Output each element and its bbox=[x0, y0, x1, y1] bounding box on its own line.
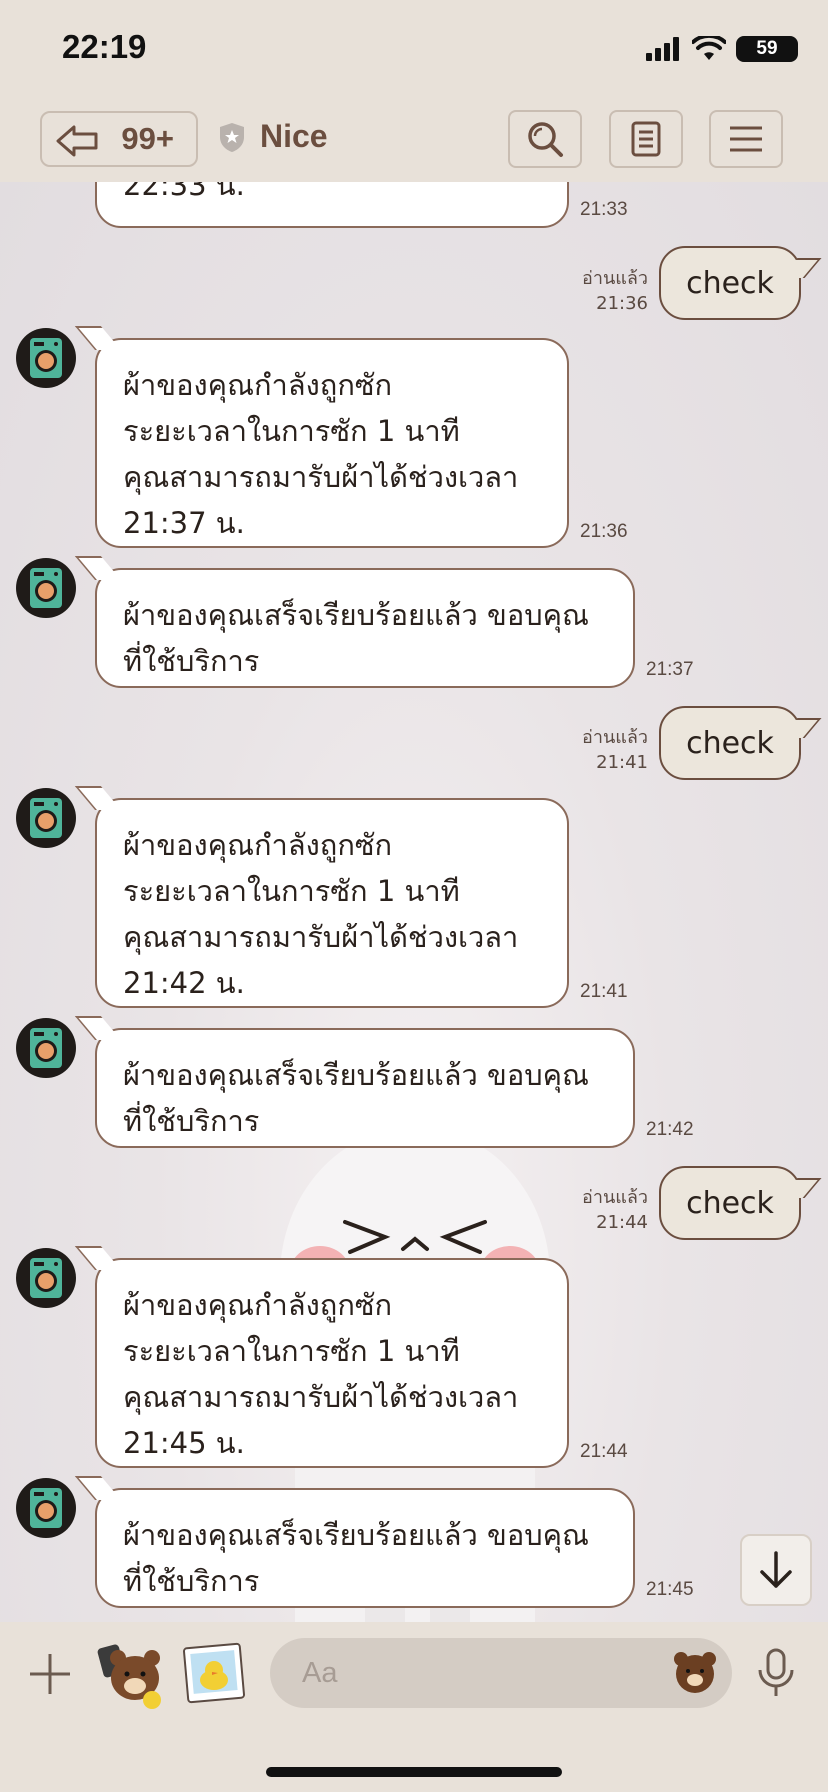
avatar[interactable] bbox=[16, 788, 76, 848]
read-label: อ่านแล้ว bbox=[582, 727, 648, 748]
message-bubble[interactable]: ผ้าของคุณกำลังถูกซัก ระยะเวลาในการซัก 1 … bbox=[95, 798, 569, 1008]
message-time: 21:41 bbox=[580, 981, 628, 1002]
message-time: 21:37 bbox=[646, 659, 694, 680]
status-bar: 22:19 59 bbox=[0, 0, 828, 96]
message-bubble[interactable]: check bbox=[659, 246, 801, 320]
read-label: อ่านแล้ว bbox=[582, 1187, 648, 1208]
read-receipt: อ่านแล้ว 21:44 bbox=[568, 1185, 648, 1235]
read-receipt: อ่านแล้ว 21:36 bbox=[568, 266, 648, 316]
read-receipt: อ่านแล้ว 21:41 bbox=[568, 725, 648, 775]
battery-indicator: 59 bbox=[736, 36, 798, 62]
washing-machine-avatar-icon bbox=[30, 1258, 62, 1298]
washing-machine-avatar-icon bbox=[30, 798, 62, 838]
message-bubble[interactable]: ผ้าของคุณเสร็จเรียบร้อยแล้ว ขอบคุณ ที่ใช… bbox=[95, 1028, 635, 1148]
plus-icon[interactable] bbox=[28, 1652, 72, 1696]
chat-name: Nice bbox=[260, 118, 328, 154]
read-label: อ่านแล้ว bbox=[582, 268, 648, 289]
shield-icon bbox=[220, 122, 244, 152]
menu-icon bbox=[730, 126, 762, 152]
unread-count: 99+ bbox=[121, 121, 174, 156]
avatar[interactable] bbox=[16, 558, 76, 618]
washing-machine-avatar-icon bbox=[30, 1028, 62, 1068]
message-bubble[interactable]: check bbox=[659, 1166, 801, 1240]
avatar[interactable] bbox=[16, 328, 76, 388]
message-time: 21:41 bbox=[596, 752, 648, 773]
composer-bar: Aa bbox=[0, 1622, 828, 1792]
bear-sticker-icon[interactable] bbox=[96, 1640, 166, 1710]
chat-title[interactable]: Nice bbox=[218, 118, 328, 155]
message-time: 21:42 bbox=[646, 1119, 694, 1140]
message-list[interactable]: 22:33 น. 21:33 อ่านแล้ว 21:36 check ผ้าข… bbox=[0, 182, 828, 1622]
notes-icon bbox=[631, 121, 661, 157]
avatar[interactable] bbox=[16, 1478, 76, 1538]
message-bubble[interactable]: ผ้าของคุณกำลังถูกซัก ระยะเวลาในการซัก 1 … bbox=[95, 1258, 569, 1468]
status-icons: 59 bbox=[646, 36, 798, 62]
avatar[interactable] bbox=[16, 1248, 76, 1308]
signal-icon bbox=[646, 37, 679, 61]
message-time: 21:44 bbox=[596, 1212, 648, 1233]
status-time: 22:19 bbox=[62, 28, 147, 65]
chat-header: 99+ Nice bbox=[0, 96, 828, 182]
message-time: 21:36 bbox=[596, 293, 648, 314]
avatar[interactable] bbox=[16, 1018, 76, 1078]
back-button[interactable]: 99+ bbox=[40, 111, 198, 167]
message-time: 21:36 bbox=[580, 521, 628, 542]
message-input[interactable]: Aa bbox=[270, 1638, 732, 1708]
message-bubble[interactable]: 22:33 น. bbox=[95, 182, 569, 228]
scroll-to-bottom-button[interactable] bbox=[740, 1534, 812, 1606]
arrow-down-icon bbox=[760, 1551, 792, 1588]
washing-machine-avatar-icon bbox=[30, 568, 62, 608]
message-time: 21:45 bbox=[646, 1579, 694, 1600]
bear-emoji-icon[interactable] bbox=[672, 1649, 718, 1695]
wifi-icon bbox=[692, 36, 726, 60]
search-icon bbox=[528, 122, 563, 157]
washing-machine-avatar-icon bbox=[30, 338, 62, 378]
menu-button[interactable] bbox=[709, 110, 783, 168]
notes-button[interactable] bbox=[609, 110, 683, 168]
message-time: 21:33 bbox=[580, 199, 628, 220]
microphone-icon[interactable] bbox=[756, 1648, 796, 1698]
message-time: 21:44 bbox=[580, 1441, 628, 1462]
washing-machine-avatar-icon bbox=[30, 1488, 62, 1528]
photo-icon[interactable] bbox=[182, 1642, 246, 1704]
message-input-placeholder: Aa bbox=[302, 1656, 338, 1689]
message-bubble[interactable]: check bbox=[659, 706, 801, 780]
message-bubble[interactable]: ผ้าของคุณเสร็จเรียบร้อยแล้ว ขอบคุณ ที่ใช… bbox=[95, 568, 635, 688]
back-arrow-icon bbox=[56, 125, 98, 157]
message-bubble[interactable]: ผ้าของคุณเสร็จเรียบร้อยแล้ว ขอบคุณ ที่ใช… bbox=[95, 1488, 635, 1608]
search-button[interactable] bbox=[508, 110, 582, 168]
home-indicator bbox=[266, 1767, 562, 1777]
message-bubble[interactable]: ผ้าของคุณกำลังถูกซัก ระยะเวลาในการซัก 1 … bbox=[95, 338, 569, 548]
